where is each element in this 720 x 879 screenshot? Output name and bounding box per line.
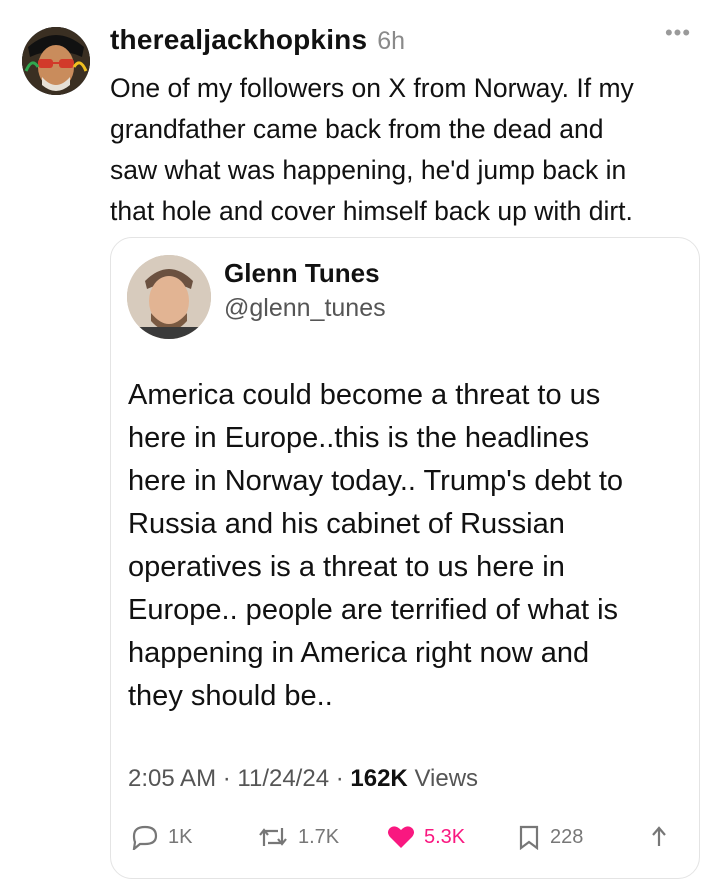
reply-icon [132,825,158,850]
post-text: One of my followers on X from Norway. If… [110,73,634,226]
share-button[interactable] [646,822,680,852]
meta-separator: · [335,765,344,792]
post-header: therealjackhopkins 6h [110,24,405,60]
like-button[interactable]: 5.3K [386,822,465,852]
quoted-user-name[interactable]: Glenn Tunes [224,258,380,289]
quoted-post-date: 11/24/24 [237,765,330,792]
views-label: Views [414,765,479,792]
views-count: 162K [350,765,408,792]
bookmark-count: 228 [550,825,584,848]
more-options-icon[interactable]: ••• [664,22,692,44]
quoted-post-text: America could become a threat to us here… [128,379,624,712]
repost-button[interactable]: 1.7K [256,822,339,852]
reply-button[interactable]: 1K [130,822,192,852]
quoted-post-time: 2:05 AM [128,765,217,792]
heart-icon [388,826,414,848]
reply-count: 1K [168,825,193,848]
quoted-post-meta: 2:05 AM · 11/24/24 · 162K Views [128,765,478,793]
repost-icon [259,828,287,846]
social-post: therealjackhopkins 6h ••• One of my foll… [0,0,720,879]
bookmark-button[interactable]: 228 [516,822,583,852]
post-timestamp: 6h [377,27,406,55]
bookmark-icon [519,825,539,850]
quoted-avatar-image [127,255,211,339]
quoted-user-avatar[interactable] [127,255,211,339]
share-icon [652,826,666,846]
user-avatar[interactable] [22,27,90,95]
post-username[interactable]: therealjackhopkins [110,24,367,56]
repost-count: 1.7K [298,825,340,848]
action-bar: 1K 1.7K 5.3K 228 [128,822,688,852]
meta-separator: · [222,765,231,792]
quoted-user-handle[interactable]: @glenn_tunes [224,294,386,323]
like-count: 5.3K [424,825,466,848]
avatar-image [22,27,90,95]
